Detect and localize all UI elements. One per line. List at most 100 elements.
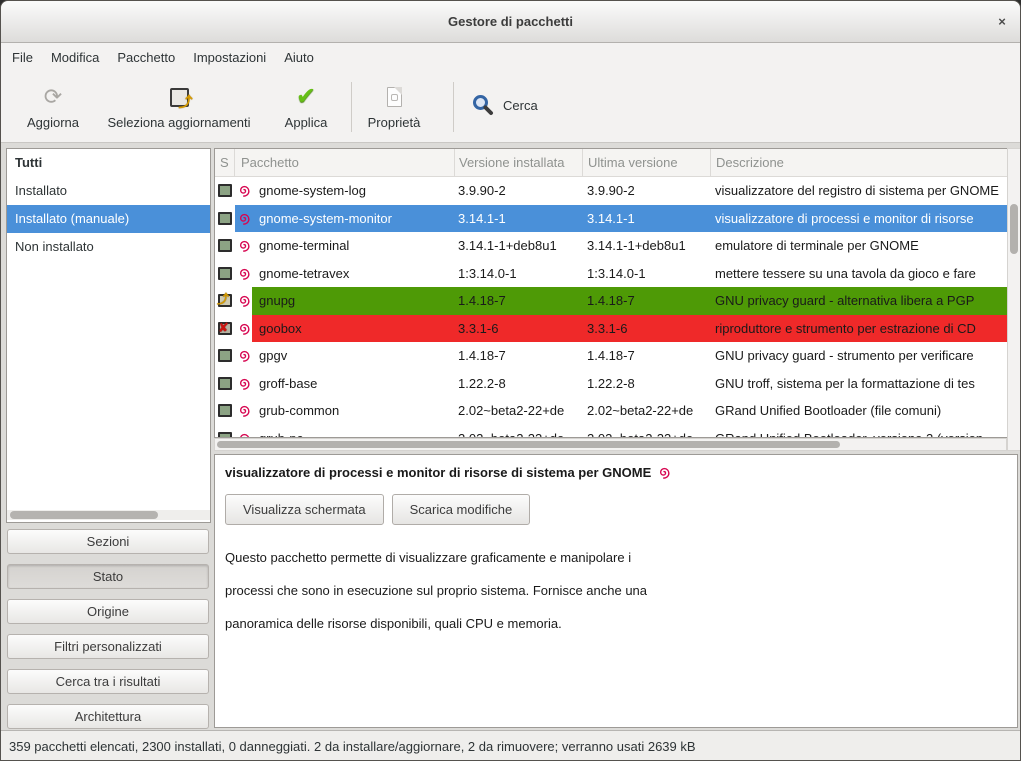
debian-swirl-icon xyxy=(235,294,252,307)
latest-version: 3.14.1-1 xyxy=(582,211,710,226)
debian-swirl-icon xyxy=(235,404,252,417)
latest-version: 1:3.14.0-1 xyxy=(582,266,710,281)
latest-version: 1.4.18-7 xyxy=(582,293,710,308)
package-description: GNU privacy guard - alternativa libera a… xyxy=(710,293,1007,308)
filter-item[interactable]: Tutti xyxy=(7,149,210,177)
package-status-icon xyxy=(215,404,235,417)
details-title: visualizzatore di processi e monitor di … xyxy=(225,465,651,480)
package-row[interactable]: gnome-system-log3.9.90-23.9.90-2visualiz… xyxy=(215,177,1007,205)
filter-mode-button[interactable]: Stato xyxy=(7,564,209,589)
filter-list-panel: TuttiInstallatoInstallato (manuale)Non i… xyxy=(6,148,211,523)
refresh-button[interactable]: ⟳ Aggiorna xyxy=(17,80,89,136)
package-description: GRand Unified Bootloader, versione 2 (ve… xyxy=(710,431,1007,438)
filter-list-hscrollbar[interactable] xyxy=(7,510,210,520)
filter-mode-button[interactable]: Architettura xyxy=(7,704,209,729)
package-row[interactable]: gnome-tetravex1:3.14.0-11:3.14.0-1metter… xyxy=(215,260,1007,288)
menu-bar: FileModificaPacchettoImpostazioniAiuto xyxy=(1,43,1020,72)
details-description-line: Questo pacchetto permette di visualizzar… xyxy=(225,541,1007,574)
table-vertical-scrollbar[interactable] xyxy=(1007,148,1021,451)
package-description: mettere tessere su una tavola da gioco e… xyxy=(710,266,1007,281)
filter-item[interactable]: Installato (manuale) xyxy=(7,205,210,233)
package-name: gnome-terminal xyxy=(252,238,454,253)
toolbar: ⟳ Aggiorna ⤴ Seleziona aggiornamenti ✔ A… xyxy=(1,72,1020,143)
get-screenshot-button[interactable]: Visualizza schermata xyxy=(225,494,384,525)
close-icon[interactable]: × xyxy=(993,13,1011,31)
package-description: riproduttore e strumento per estrazione … xyxy=(710,321,1007,336)
title-bar[interactable]: Gestore di pacchetti × xyxy=(1,1,1020,43)
details-description: Questo pacchetto permette di visualizzar… xyxy=(225,541,1007,640)
details-description-line: processi che sono in esecuzione sul prop… xyxy=(225,574,1007,607)
search-label: Cerca xyxy=(503,98,538,113)
installed-version: 3.14.1-1+deb8u1 xyxy=(454,238,582,253)
debian-swirl-icon xyxy=(235,239,252,252)
mark-upgrades-icon: ⤴ xyxy=(170,84,189,110)
package-description: emulatore di terminale per GNOME xyxy=(710,238,1007,253)
search-button[interactable]: Cerca xyxy=(471,93,538,117)
filter-mode-button[interactable]: Sezioni xyxy=(7,529,209,554)
debian-swirl-icon xyxy=(235,267,252,280)
column-header-status[interactable]: S xyxy=(215,149,235,176)
filter-item[interactable]: Installato xyxy=(7,177,210,205)
menu-pacchetto[interactable]: Pacchetto xyxy=(108,43,184,72)
latest-version: 3.9.90-2 xyxy=(582,183,710,198)
properties-doc-icon xyxy=(387,84,402,110)
search-icon xyxy=(471,93,495,117)
package-status-icon xyxy=(215,377,235,390)
menu-aiuto[interactable]: Aiuto xyxy=(275,43,323,72)
installed-version: 2.02~beta2-22+de xyxy=(454,403,582,418)
installed-version: 3.3.1-6 xyxy=(454,321,582,336)
package-description: GNU troff, sistema per la formattazione … xyxy=(710,376,1007,391)
properties-button[interactable]: Proprietà xyxy=(359,80,429,136)
latest-version: 1.4.18-7 xyxy=(582,348,710,363)
package-description: GNU privacy guard - strumento per verifi… xyxy=(710,348,1007,363)
installed-version: 1.22.2-8 xyxy=(454,376,582,391)
debian-swirl-icon xyxy=(235,184,252,197)
installed-version: 1:3.14.0-1 xyxy=(454,266,582,281)
latest-version: 2.02~beta2-22+de xyxy=(582,403,710,418)
package-row[interactable]: grub-common2.02~beta2-22+de2.02~beta2-22… xyxy=(215,397,1007,425)
vscroll-thumb[interactable] xyxy=(1010,204,1018,254)
package-name: grub-pc xyxy=(252,431,454,438)
package-row[interactable]: ✘goobox3.3.1-63.3.1-6riproduttore e stru… xyxy=(215,315,1007,343)
package-row[interactable]: grub-pc2.02~beta2-22+de2.02~beta2-22+deG… xyxy=(215,425,1007,439)
column-header-description[interactable]: Descrizione xyxy=(710,149,1007,176)
status-bar: 359 pacchetti elencati, 2300 installati,… xyxy=(1,730,1020,761)
package-name: gnome-system-log xyxy=(252,183,454,198)
filter-item[interactable]: Non installato xyxy=(7,233,210,261)
latest-version: 3.3.1-6 xyxy=(582,321,710,336)
package-status-icon xyxy=(215,349,235,362)
details-description-line: panoramica delle risorse disponibili, qu… xyxy=(225,607,1007,640)
table-header: S Pacchetto Versione installata Ultima v… xyxy=(215,149,1007,177)
package-row[interactable]: groff-base1.22.2-81.22.2-8GNU troff, sis… xyxy=(215,370,1007,398)
latest-version: 1.22.2-8 xyxy=(582,376,710,391)
package-status-icon: ✘ xyxy=(215,322,235,335)
package-row[interactable]: ⤴gnupg1.4.18-71.4.18-7GNU privacy guard … xyxy=(215,287,1007,315)
column-header-installed-version[interactable]: Versione installata xyxy=(454,149,582,176)
package-name: gpgv xyxy=(252,348,454,363)
menu-file[interactable]: File xyxy=(3,43,42,72)
installed-version: 1.4.18-7 xyxy=(454,293,582,308)
toolbar-separator xyxy=(351,82,352,132)
package-status-icon: ⤴ xyxy=(215,294,235,307)
column-header-package[interactable]: Pacchetto xyxy=(235,149,454,176)
filter-mode-button[interactable]: Cerca tra i risultati xyxy=(7,669,209,694)
column-header-latest-version[interactable]: Ultima versione xyxy=(582,149,710,176)
package-name: gnome-tetravex xyxy=(252,266,454,281)
filter-mode-button[interactable]: Origine xyxy=(7,599,209,624)
menu-impostazioni[interactable]: Impostazioni xyxy=(184,43,275,72)
package-description: visualizzatore di processi e monitor di … xyxy=(710,211,1007,226)
mark-all-upgrades-button[interactable]: ⤴ Seleziona aggiornamenti xyxy=(97,80,261,136)
latest-version: 2.02~beta2-22+de xyxy=(582,431,710,438)
debian-swirl-icon xyxy=(235,349,252,362)
package-status-icon xyxy=(215,212,235,225)
package-row[interactable]: gpgv1.4.18-71.4.18-7GNU privacy guard - … xyxy=(215,342,1007,370)
apply-button[interactable]: ✔ Applica xyxy=(273,80,339,136)
table-horizontal-scrollbar[interactable] xyxy=(214,438,1007,451)
menu-modifica[interactable]: Modifica xyxy=(42,43,108,72)
package-row[interactable]: gnome-terminal3.14.1-1+deb8u13.14.1-1+de… xyxy=(215,232,1007,260)
get-changelog-button[interactable]: Scarica modifiche xyxy=(392,494,531,525)
filter-mode-button[interactable]: Filtri personalizzati xyxy=(7,634,209,659)
hscroll-thumb[interactable] xyxy=(217,441,840,448)
package-row[interactable]: gnome-system-monitor3.14.1-13.14.1-1visu… xyxy=(215,205,1007,233)
package-manager-window: Gestore di pacchetti × FileModificaPacch… xyxy=(0,0,1021,761)
